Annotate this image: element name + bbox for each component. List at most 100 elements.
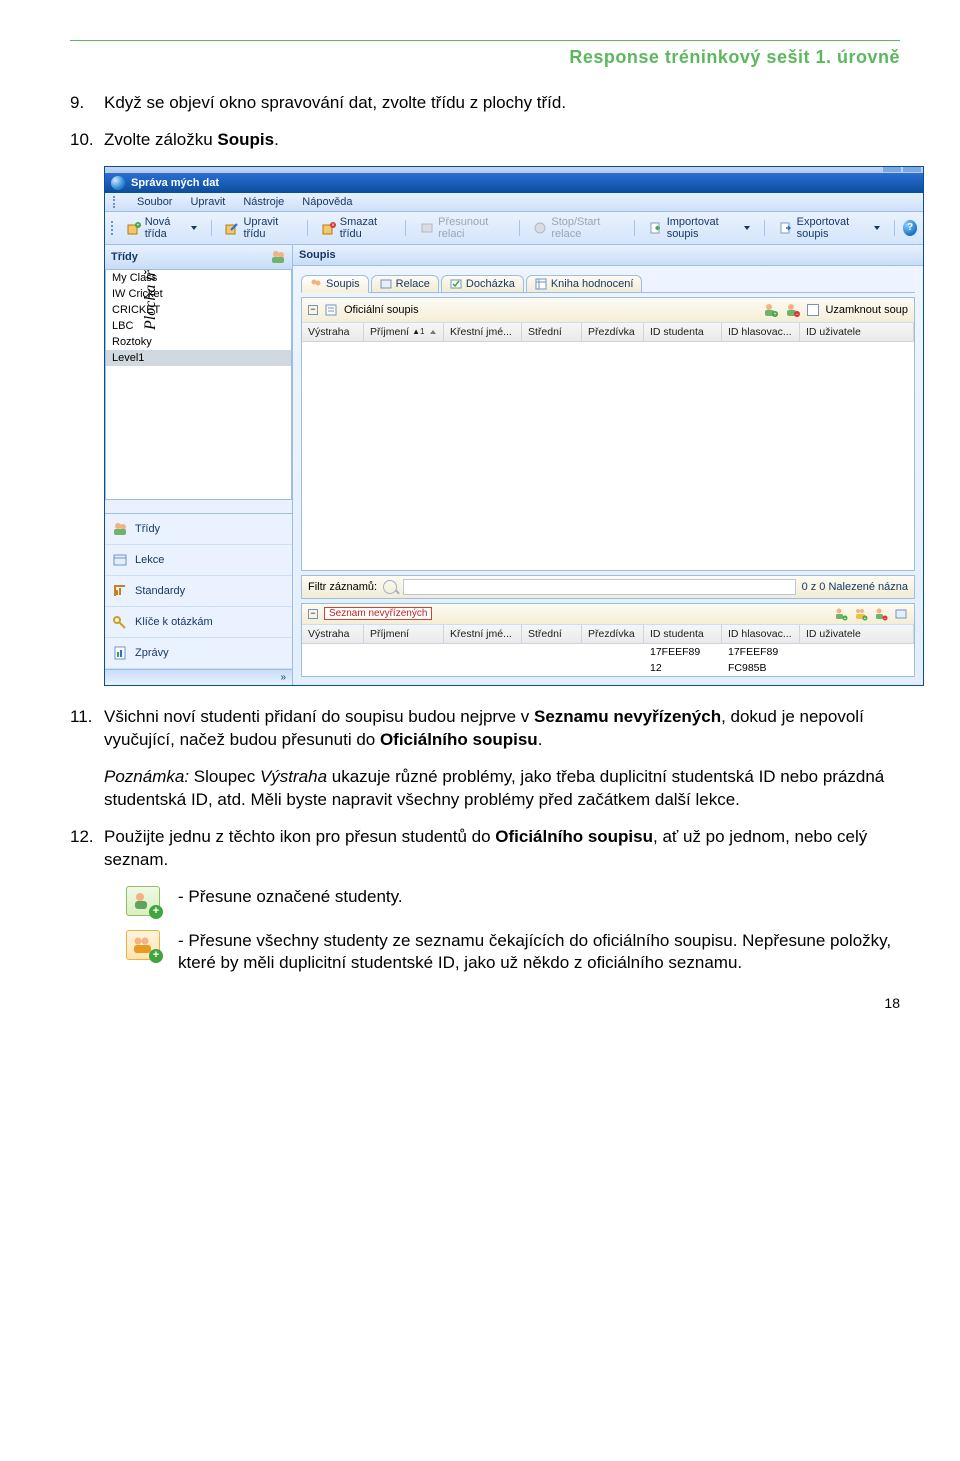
col-warning[interactable]: Výstraha [302, 323, 364, 341]
class-item[interactable]: Roztoky [106, 334, 291, 350]
pending-row[interactable]: 17FEEF89 17FEEF89 [302, 644, 914, 660]
tb-edit-class[interactable]: Upravit třídu [219, 215, 298, 241]
step-12-text: Použijte jednu z těchto ikon pro přesun … [104, 826, 900, 872]
app-icon [111, 176, 125, 190]
pending-title: Seznam nevyřízených [324, 607, 432, 620]
col-nickname[interactable]: Přezdívka [582, 323, 644, 341]
filter-label: Filtr záznamů: [308, 581, 377, 593]
tb-move-session: Přesunout relaci [414, 215, 510, 241]
menu-help[interactable]: Nápověda [302, 196, 352, 208]
add-one-icon[interactable]: + [763, 302, 779, 318]
nav-classes[interactable]: Třídy [105, 514, 292, 545]
lock-label: Uzamknout soup [825, 304, 908, 316]
tab-dochazka[interactable]: Docházka [441, 275, 524, 292]
pending-roster-box: − Seznam nevyřízených + + − Výstraha Pří… [301, 603, 915, 677]
filter-input[interactable] [403, 579, 796, 595]
official-roster-box: − Oficiální soupis + − Uzamknout soup Vý… [301, 297, 915, 571]
svg-text:+: + [844, 616, 847, 621]
tb-help-icon[interactable]: ? [903, 220, 917, 236]
note-paragraph: Poznámka: Sloupec Výstraha ukazuje různé… [104, 766, 900, 812]
tab-relace[interactable]: Relace [371, 275, 439, 292]
class-item[interactable]: IW Cricket [106, 286, 291, 302]
classes-header-icon [270, 249, 286, 265]
collapse-icon[interactable]: − [308, 609, 318, 619]
step-11-text: Všichni noví studenti přidaní do soupisu… [104, 706, 900, 752]
move-all-text: - Přesune všechny studenty ze seznamu če… [178, 930, 900, 976]
col-middle[interactable]: Střední [522, 323, 582, 341]
nav-reports[interactable]: Zprávy [105, 638, 292, 669]
lock-checkbox[interactable] [807, 304, 819, 316]
collapse-icon[interactable]: − [308, 305, 318, 315]
classes-area-label: Plocha tříd [142, 270, 160, 330]
step-number-11: 11. [70, 706, 104, 752]
step-9-text: Když se objeví okno spravování dat, zvol… [104, 92, 566, 115]
tb-export[interactable]: Exportovat soupis [773, 215, 887, 241]
classes-pane-header: Třídy [105, 245, 292, 270]
svg-text:×: × [331, 223, 335, 229]
export-icon [779, 221, 793, 235]
menu-file[interactable]: Soubor [137, 196, 172, 208]
nav-standards[interactable]: Standardy [105, 576, 292, 607]
nav-collapse[interactable]: » [105, 669, 292, 685]
tb-new-class[interactable]: + Nová třída [121, 215, 203, 241]
svg-text:+: + [774, 312, 778, 318]
pending-remove-icon[interactable]: − [874, 607, 888, 621]
step-number-12: 12. [70, 826, 104, 872]
col-voterid[interactable]: ID hlasovac... [722, 323, 800, 341]
nav-answerkeys-icon [111, 613, 129, 631]
tab-soupis-icon [310, 278, 322, 290]
tb-stop-session: Stop/Start relace [527, 215, 625, 241]
search-icon [383, 580, 397, 594]
class-item[interactable]: My Class [106, 270, 291, 286]
col-surname[interactable]: Příjmení▲1 [364, 323, 444, 341]
filter-bar: Filtr záznamů: 0 z 0 Nalezené názna [301, 575, 915, 599]
col-firstname[interactable]: Křestní jmé... [444, 323, 522, 341]
tab-kniha[interactable]: Kniha hodnocení [526, 275, 643, 292]
pending-misc-icon[interactable] [894, 607, 908, 621]
app-window: Správa mých dat Soubor Upravit Nástroje … [104, 166, 924, 686]
new-class-icon: + [127, 221, 141, 235]
menu-tools[interactable]: Nástroje [243, 196, 284, 208]
nav-standards-icon [111, 582, 129, 600]
nav-sessions-icon [111, 551, 129, 569]
window-maximize[interactable] [903, 167, 921, 172]
edit-class-icon [225, 221, 239, 235]
move-one-icon[interactable]: + [834, 607, 848, 621]
nav-sessions[interactable]: Lekce [105, 545, 292, 576]
menu-grip [113, 196, 117, 208]
svg-text:−: − [796, 312, 800, 318]
tb-delete-class[interactable]: × Smazat třídu [316, 215, 398, 241]
svg-text:+: + [864, 616, 867, 621]
toolbar-grip [111, 221, 115, 235]
nav-answerkeys[interactable]: Klíče k otázkám [105, 607, 292, 638]
move-all-icon: + [126, 930, 160, 960]
tab-soupis[interactable]: Soupis [301, 275, 369, 293]
tab-relace-icon [380, 278, 392, 290]
move-selected-icon: + [126, 886, 160, 916]
remove-one-icon[interactable]: − [785, 302, 801, 318]
roster-empty-area [302, 342, 914, 570]
page-number: 18 [70, 995, 900, 1011]
class-item[interactable]: LBC [106, 318, 291, 334]
window-title: Správa mých dat [131, 177, 219, 189]
import-icon [649, 221, 663, 235]
menu-edit[interactable]: Upravit [190, 196, 225, 208]
class-item[interactable]: CRICKET [106, 302, 291, 318]
class-item-selected[interactable]: Level1 [106, 350, 291, 366]
move-selected-text: - Přesune označené studenty. [178, 886, 403, 909]
window-minimize[interactable] [883, 167, 901, 172]
stop-session-icon [533, 221, 547, 235]
col-userid[interactable]: ID uživatele [800, 323, 914, 341]
tb-import[interactable]: Importovat soupis [643, 215, 756, 241]
step-number-9: 9. [70, 92, 104, 115]
pending-row[interactable]: 12 FC985B [302, 660, 914, 676]
svg-text:−: − [884, 616, 887, 621]
step-10-text: Zvolte záložku Soupis. [104, 129, 279, 152]
doc-header-title: Response tréninkový sešit 1. úrovně [70, 47, 900, 68]
main-tabs: Soupis Relace Docházka Kniha hodnoc [301, 274, 915, 293]
soupis-pane-header: Soupis [293, 245, 923, 266]
move-all-icon[interactable]: + [854, 607, 868, 621]
classes-list[interactable]: My Class IW Cricket CRICKET LBC Roztoky … [105, 270, 292, 500]
toolbar: + Nová třída Upravit třídu × Smazat tříd… [105, 212, 923, 245]
col-studentid[interactable]: ID studenta [644, 323, 722, 341]
